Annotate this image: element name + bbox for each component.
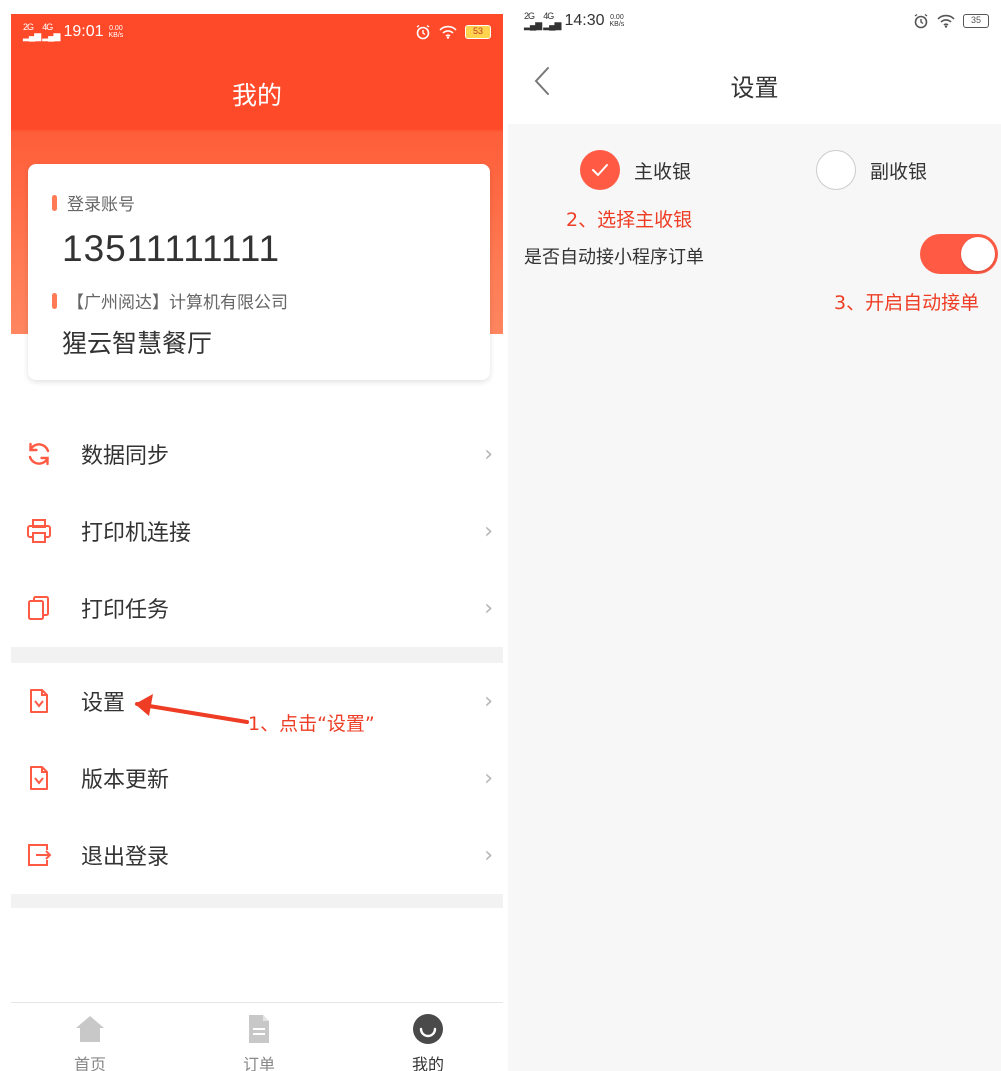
auto-accept-toggle[interactable] — [920, 234, 998, 274]
chevron-right-icon: › — [484, 441, 493, 467]
tab-bar: 首页 订单 我的 — [11, 1002, 503, 1071]
company-name: 【广州阅达】计算机有限公司 — [52, 288, 288, 313]
alarm-icon — [416, 24, 430, 40]
radio-label: 副收银 — [870, 160, 928, 183]
wifi-icon — [937, 14, 955, 28]
battery-icon: 35 — [963, 14, 989, 28]
account-label-text: 登录账号 — [67, 195, 135, 215]
menu-item-printer-connect[interactable]: 打印机连接 › — [11, 494, 503, 568]
toggle-knob — [961, 237, 995, 271]
tab-label: 订单 — [242, 1055, 275, 1071]
update-doc-icon — [30, 766, 48, 790]
settings-header: 2G ▂▄▆ 4G ▂▄▆ 14:30 0.00 KB/s 35 设置 — [508, 0, 1001, 124]
screenshot-canvas: 2G ▂▄▆ 4G ▂▄▆ 19:01 0.00 KB/s 53 我的 登录账号 13… — [0, 0, 1001, 1071]
status-time: 19:01 — [63, 23, 104, 40]
company-name-text: 【广州阅达】计算机有限公司 — [67, 293, 288, 313]
order-doc-icon — [249, 1015, 269, 1043]
status-bar: 2G ▂▄▆ 4G ▂▄▆ 14:30 0.00 KB/s 35 — [508, 0, 1001, 42]
net-speed: 0.00 KB/s — [108, 25, 124, 39]
battery-icon: 53 — [465, 25, 491, 39]
chevron-right-icon: › — [484, 518, 493, 544]
menu-label: 版本更新 — [81, 768, 170, 793]
profile-screen: 2G ▂▄▆ 4G ▂▄▆ 19:01 0.00 KB/s 53 我的 登录账号 13… — [11, 14, 503, 1071]
page-title: 我的 — [231, 81, 282, 110]
tab-home[interactable]: 首页 — [30, 1003, 150, 1071]
chevron-right-icon: › — [484, 688, 493, 714]
radio-checked-icon — [580, 150, 620, 190]
radio-primary-cashier[interactable]: 主收银 — [580, 150, 691, 190]
menu-item-logout[interactable]: 退出登录 › — [11, 818, 503, 892]
tab-mine[interactable]: 我的 — [368, 1003, 488, 1071]
menu-item-print-task[interactable]: 打印任务 › — [11, 571, 503, 645]
status-bar: 2G ▂▄▆ 4G ▂▄▆ 19:01 0.00 KB/s 53 — [11, 14, 503, 50]
menu-label: 打印任务 — [81, 598, 170, 623]
annotation-step-2: 2、选择主收银 — [566, 209, 693, 231]
logout-icon — [28, 844, 52, 866]
signal-2g-icon: 2G ▂▄▆ — [23, 22, 41, 41]
wifi-icon — [439, 25, 457, 39]
shop-name: 猩云智慧餐厅 — [62, 329, 213, 358]
settings-screen: 2G ▂▄▆ 4G ▂▄▆ 14:30 0.00 KB/s 35 设置 主收银 副收银 — [508, 0, 1001, 1071]
print-task-icon — [28, 596, 49, 620]
alarm-icon — [914, 13, 928, 29]
menu-label: 退出登录 — [81, 845, 170, 870]
home-icon — [76, 1016, 104, 1042]
radio-unchecked-icon — [816, 150, 856, 190]
annotation-step-3: 3、开启自动接单 — [834, 292, 980, 314]
auto-accept-label: 是否自动接小程序订单 — [524, 247, 704, 268]
menu-label: 数据同步 — [81, 444, 170, 469]
menu-label: 设置 — [81, 691, 126, 716]
net-speed: 0.00 KB/s — [609, 14, 625, 28]
account-card: 登录账号 13511111111 【广州阅达】计算机有限公司 猩云智慧餐厅 — [28, 164, 490, 380]
menu-item-version-update[interactable]: 版本更新 › — [11, 741, 503, 815]
annotation-arrow — [135, 694, 249, 724]
chevron-right-icon: › — [484, 842, 493, 868]
label-bar — [52, 194, 57, 211]
tab-label: 我的 — [411, 1055, 444, 1071]
status-time: 14:30 — [564, 12, 605, 29]
label-bar — [52, 292, 57, 309]
chevron-right-icon: › — [484, 765, 493, 791]
settings-doc-icon — [30, 689, 48, 713]
tab-orders[interactable]: 订单 — [199, 1003, 319, 1071]
page-title: 设置 — [730, 74, 779, 102]
menu-item-data-sync[interactable]: 数据同步 › — [11, 417, 503, 491]
printer-icon — [27, 519, 51, 543]
radio-secondary-cashier[interactable]: 副收银 — [816, 150, 927, 190]
radio-label: 主收银 — [634, 160, 692, 183]
annotation-step-1: 1、点击“设置” — [248, 713, 375, 735]
menu-label: 打印机连接 — [81, 521, 192, 546]
account-number: 13511111111 — [62, 228, 281, 269]
sync-icon — [28, 442, 50, 466]
chevron-right-icon: › — [484, 595, 493, 621]
tab-label: 首页 — [73, 1055, 106, 1071]
signal-2g-icon: 2G ▂▄▆ — [524, 11, 542, 30]
section-divider — [11, 894, 503, 908]
signal-4g-icon: 4G ▂▄▆ — [543, 11, 561, 30]
signal-4g-icon: 4G ▂▄▆ — [42, 22, 60, 41]
section-divider — [11, 647, 503, 663]
smile-icon — [413, 1014, 443, 1044]
account-label: 登录账号 — [52, 190, 135, 215]
